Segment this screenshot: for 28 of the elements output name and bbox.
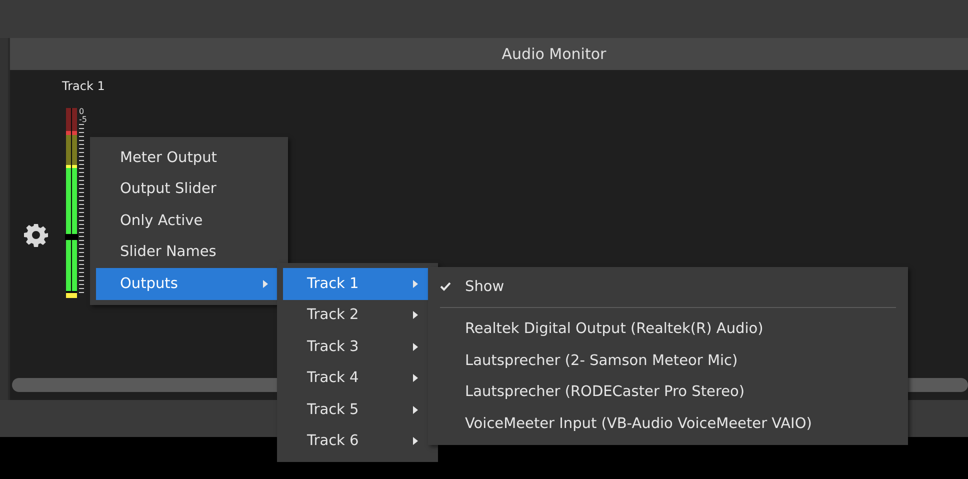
menu-item[interactable]: Realtek Digital Output (Realtek(R) Audio) xyxy=(434,314,902,345)
menu-item[interactable]: Show xyxy=(434,271,902,302)
menu-item[interactable]: Only Active xyxy=(96,205,282,236)
menu-item[interactable]: Track 5 xyxy=(283,394,432,426)
menu-item[interactable]: Track 6 xyxy=(283,426,432,457)
volume-slider-thumb[interactable] xyxy=(65,234,78,240)
menu-item[interactable]: Lautsprecher (RODECaster Pro Stereo) xyxy=(434,376,902,408)
submenu-arrow-icon xyxy=(413,280,418,288)
settings-icon[interactable] xyxy=(24,223,48,247)
submenu-arrow-icon xyxy=(413,311,418,320)
menu-item[interactable]: Track 4 xyxy=(283,362,432,394)
submenu-arrow-icon xyxy=(413,437,418,446)
scale-label: -5 xyxy=(79,116,88,124)
dock-title: Audio Monitor xyxy=(502,45,606,63)
track-name: Track 1 xyxy=(62,78,105,94)
submenu-arrow-icon xyxy=(413,374,418,382)
menu-item[interactable]: Meter Output xyxy=(96,142,282,174)
peak-indicator xyxy=(66,293,77,298)
menu-item[interactable]: Output Slider xyxy=(96,174,282,205)
menu-item[interactable]: VoiceMeeter Input (VB-Audio VoiceMeeter VAIO) xyxy=(434,408,902,440)
menu-item[interactable]: Track 2 xyxy=(283,300,432,331)
submenu-arrow-icon xyxy=(413,406,418,414)
volume-slider[interactable] xyxy=(66,108,77,298)
submenu-arrow-icon xyxy=(413,342,418,351)
menu-item[interactable]: Lautsprecher (2- Samson Meteor Mic) xyxy=(434,345,902,376)
scale-label: 0 xyxy=(79,108,86,116)
menu-item[interactable]: Slider Names xyxy=(96,236,282,268)
menu-item[interactable]: Track 3 xyxy=(283,331,432,362)
